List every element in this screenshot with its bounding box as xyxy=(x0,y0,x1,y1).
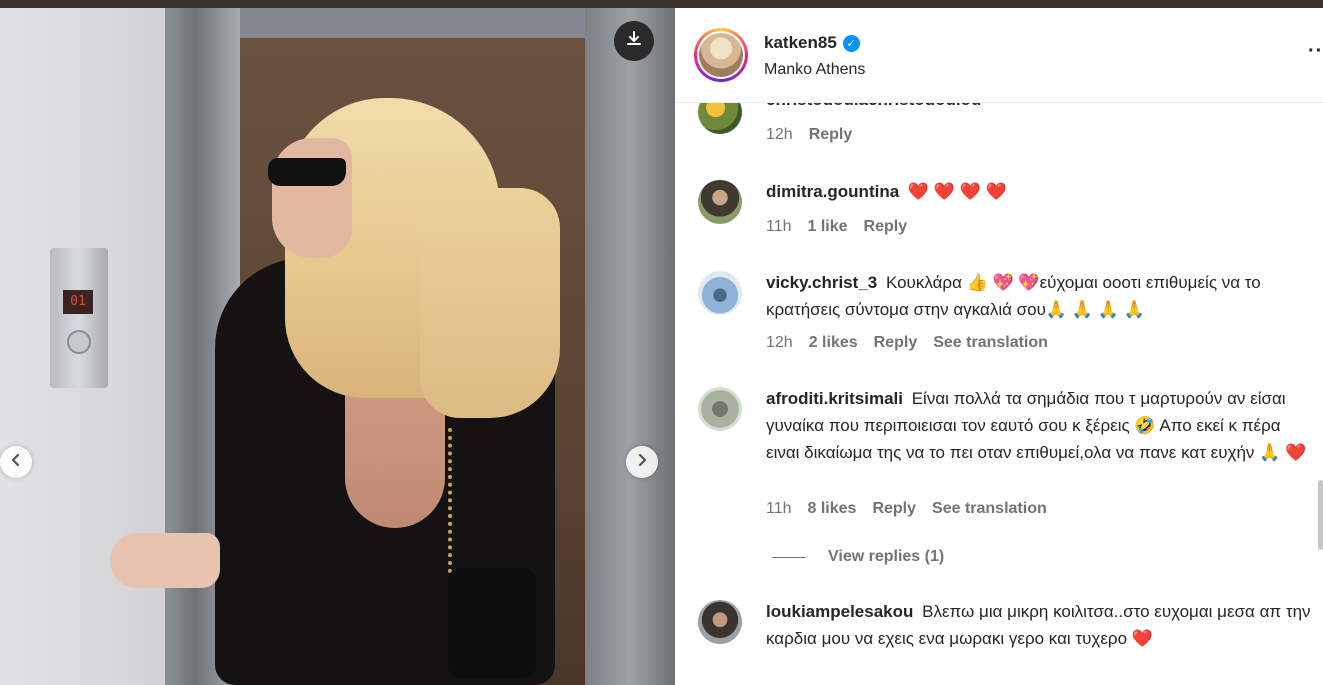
comment-body: loukiampelesakou Βλεπω μια μικρη κοιλιτσ… xyxy=(766,598,1311,652)
download-button[interactable] xyxy=(614,21,654,61)
next-photo-button[interactable] xyxy=(626,446,658,478)
photo-elevator-display: 01 xyxy=(63,290,93,314)
comment-text: ❤️ ❤️ ❤️ ❤️ xyxy=(907,182,1007,201)
verified-badge-icon: ✓ xyxy=(842,34,860,52)
photo-bag xyxy=(448,568,536,678)
comment-reply-button[interactable]: Reply xyxy=(872,500,916,518)
photo-elevator-button xyxy=(67,330,91,354)
comment-avatar[interactable] xyxy=(698,600,742,644)
photo-bag-chain xyxy=(448,428,470,573)
view-replies-line xyxy=(772,556,806,558)
top-strip xyxy=(0,0,1323,8)
comment-body: vicky.christ_3 Κουκλάρα 👍 💖 💖εύχομαι οοο… xyxy=(766,269,1311,323)
chevron-left-icon xyxy=(10,453,22,472)
comment-likes[interactable]: 2 likes xyxy=(809,334,858,352)
comment-meta: 12h Reply xyxy=(766,126,868,144)
comment-username[interactable]: afroditi.kritsimali xyxy=(766,389,903,408)
comment-username[interactable]: vicky.christ_3 xyxy=(766,273,877,292)
comment-avatar[interactable] xyxy=(698,271,742,315)
photo-hand xyxy=(110,533,220,588)
comment-time[interactable]: 11h xyxy=(766,500,792,518)
comment-avatar[interactable] xyxy=(698,387,742,431)
comment-likes[interactable]: 1 like xyxy=(808,218,848,236)
view-replies-label[interactable]: View replies (1) xyxy=(828,548,944,566)
photo-elevator-panel: 01 xyxy=(50,248,108,388)
comment-reply-button[interactable]: Reply xyxy=(874,334,918,352)
comment-time[interactable]: 11h xyxy=(766,218,792,236)
scrollbar[interactable] xyxy=(1318,480,1323,550)
author-username[interactable]: katken85 xyxy=(764,33,837,53)
comment-reply-button[interactable]: Reply xyxy=(864,218,908,236)
chevron-right-icon xyxy=(636,453,648,472)
comment-avatar[interactable] xyxy=(698,180,742,224)
comment-time[interactable]: 12h xyxy=(766,126,793,144)
author-username-row[interactable]: katken85 ✓ xyxy=(764,33,860,53)
comment-username[interactable]: loukiampelesakou xyxy=(766,602,913,621)
see-translation-button[interactable]: See translation xyxy=(933,334,1048,352)
photo-hair-long xyxy=(420,188,560,418)
prev-photo-button[interactable] xyxy=(0,446,32,478)
comment-username[interactable]: dimitra.gountina xyxy=(766,182,899,201)
more-options-icon[interactable]: ·· xyxy=(1308,40,1323,63)
comment-time[interactable]: 12h xyxy=(766,334,793,352)
author-avatar-image xyxy=(699,33,743,77)
photo-sunglasses xyxy=(268,158,346,186)
post-location[interactable]: Manko Athens xyxy=(764,61,865,79)
comment-body: afroditi.kritsimali Είναι πολλά τα σημάδ… xyxy=(766,385,1311,466)
photo-elevator-top xyxy=(200,8,620,42)
photo-face xyxy=(272,138,352,258)
comment-meta: 11h 1 like Reply xyxy=(766,218,923,236)
comment-body: dimitra.gountina ❤️ ❤️ ❤️ ❤️ xyxy=(766,178,1311,205)
download-icon xyxy=(625,30,643,53)
view-replies-button[interactable]: View replies (1) xyxy=(772,548,944,566)
post-header: katken85 ✓ Manko Athens ·· xyxy=(676,8,1323,103)
post-photo[interactable]: 01 xyxy=(0,8,675,685)
comment-meta: 11h 8 likes Reply See translation xyxy=(766,500,1063,518)
comments-pane: christodoulachristodoulou 12h Reply katk… xyxy=(676,8,1323,685)
comment-reply-button[interactable]: Reply xyxy=(809,126,853,144)
see-translation-button[interactable]: See translation xyxy=(932,500,1047,518)
author-avatar[interactable] xyxy=(694,28,748,82)
comment-meta: 12h 2 likes Reply See translation xyxy=(766,334,1064,352)
photo-door-frame-right xyxy=(585,8,675,685)
comment-likes[interactable]: 8 likes xyxy=(808,500,857,518)
